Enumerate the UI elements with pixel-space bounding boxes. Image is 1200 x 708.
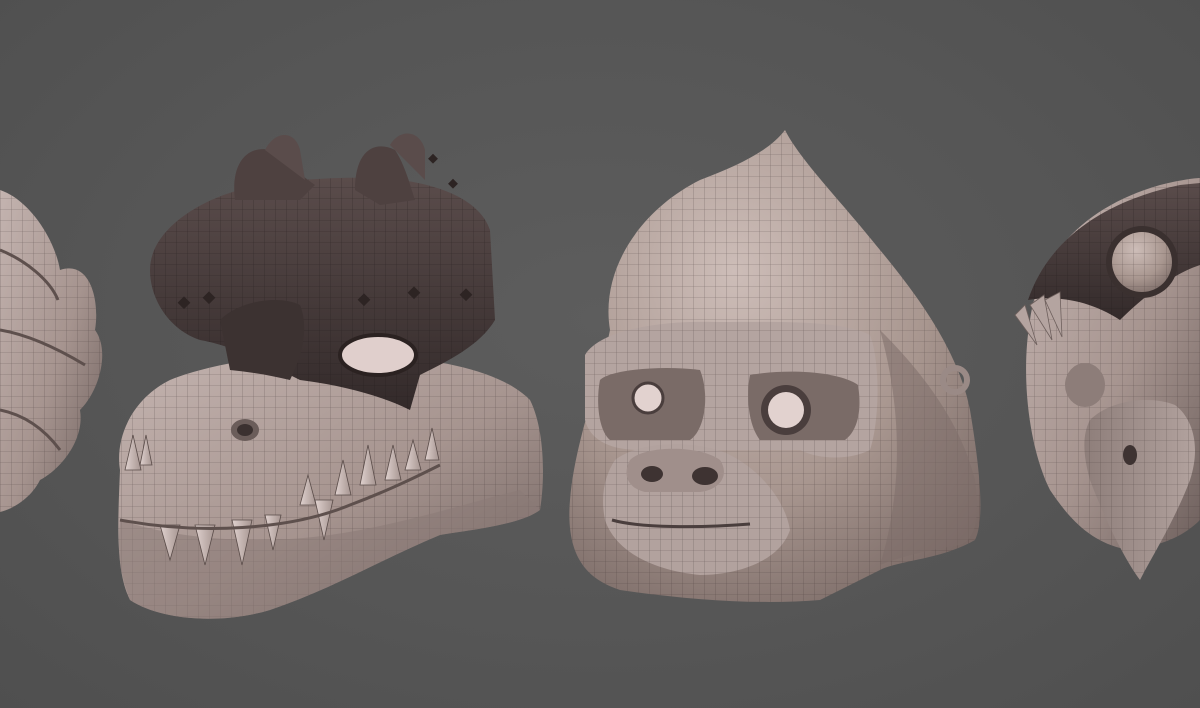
3d-viewport[interactable] (0, 0, 1200, 708)
eagle-mask[interactable] (1014, 178, 1200, 580)
gorilla-mask[interactable] (569, 130, 981, 602)
scene-canvas (0, 130, 1200, 619)
crocodile-mask[interactable] (118, 133, 543, 619)
partial-creature-left[interactable] (0, 190, 103, 512)
